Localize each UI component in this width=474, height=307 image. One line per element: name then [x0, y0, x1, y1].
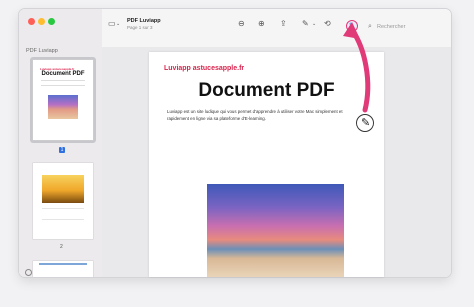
pencil-callout: ✎	[356, 114, 374, 132]
annotation-arrow	[343, 22, 371, 113]
pencil-icon: ✎	[361, 117, 371, 129]
